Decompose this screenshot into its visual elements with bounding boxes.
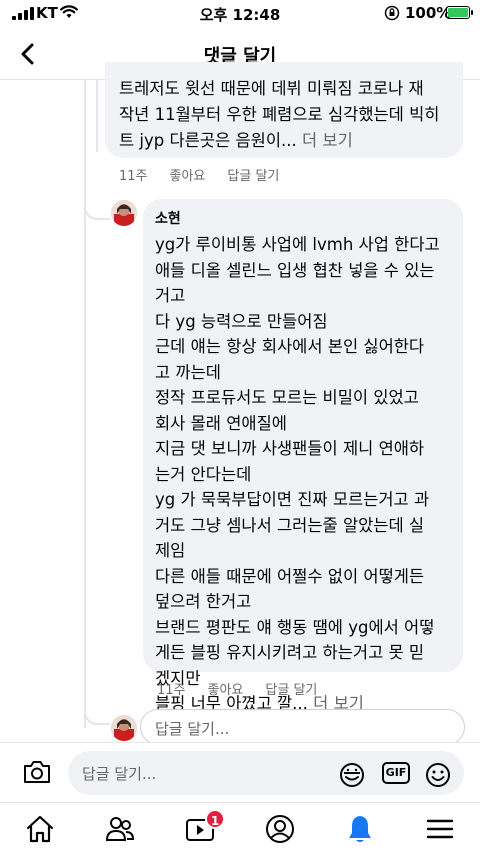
- comment-text-line: 다른 애들 때문에 어쩔수 없이 어떻게든: [155, 566, 425, 586]
- comment-text-line: 게든 블핑 유지시키려고 하는거고 못 믿: [155, 643, 425, 662]
- comment-age: 11주: [119, 169, 148, 184]
- friends-icon[interactable]: [104, 813, 136, 845]
- comment-text-line: 거도 그냥 셈나서 그러는줄 알았는데 실: [155, 515, 425, 535]
- gif-label: GIF: [385, 766, 407, 779]
- comment-bubble[interactable]: 트레저도 윗선 때문에 데뷔 미뤄짐 코로나 재 작년 11월부터 우한 폐렴으…: [105, 62, 463, 158]
- comment-text-line: 브랜드 평판도 얘 행동 땜에 yg에서 어떻: [155, 617, 435, 637]
- comment-text-line: 지금 댓 보니까 사생팬들이 제니 연애하: [155, 439, 425, 458]
- see-more-link[interactable]: 더 보기: [302, 131, 353, 150]
- avatar[interactable]: [111, 200, 137, 226]
- comment-text-line: 정작 프로듀서도 모르는 비밀이 있었고: [155, 388, 419, 407]
- comment-text-line: 는거 안다는데: [155, 464, 252, 484]
- comment-text-line: 회사 몰래 연애질에: [155, 413, 287, 433]
- reply-button[interactable]: 답글 달기: [227, 165, 279, 184]
- status-bar: KT 오후 12:48 100%: [0, 0, 480, 28]
- thread-connector: [84, 195, 110, 220]
- like-button[interactable]: 좋아요: [170, 165, 206, 184]
- comment-text-line: yg가 루이비통 사업에 lvmh 사업 한다고: [155, 235, 440, 254]
- thread-line: [96, 80, 98, 152]
- emoji-icon[interactable]: [424, 761, 452, 789]
- comment-input[interactable]: 답글 달기... GIF: [68, 751, 464, 795]
- comment-text-line: 고 까는데: [155, 362, 221, 382]
- comment-text-line: 제임: [155, 541, 186, 560]
- profile-icon[interactable]: [264, 813, 296, 845]
- comment-bubble[interactable]: 소현 yg가 루이비통 사업에 lvmh 사업 한다고 애들 디올 셀린느 입생…: [143, 199, 463, 713]
- comment-composer: 답글 달기... GIF: [0, 742, 480, 802]
- comment-actions: 11주 좋아요 답글 달기: [119, 165, 279, 184]
- user-avatar[interactable]: [111, 715, 137, 741]
- comment-actions: 11주 좋아요 답글 달기: [157, 679, 317, 698]
- comment-text-line: 트레저도 윗선 때문에 데뷔 미뤄짐 코로나 재: [119, 79, 424, 98]
- tab-bar: 1: [0, 802, 480, 853]
- home-icon[interactable]: [24, 813, 56, 845]
- comment-text-line: yg 가 묵묵부답이면 진짜 모르는거고 과: [155, 490, 430, 509]
- comment-author[interactable]: 소현: [155, 208, 451, 228]
- thread-connector: [84, 700, 110, 725]
- notifications-icon[interactable]: [344, 813, 376, 845]
- notification-badge: 1: [205, 809, 225, 829]
- comment-text-line: 작년 11월부터 우한 폐렴으로 심각했는데 빅히: [119, 105, 440, 124]
- menu-icon[interactable]: [424, 813, 456, 845]
- orientation-lock-icon: [384, 5, 400, 21]
- like-button[interactable]: 좋아요: [208, 679, 244, 698]
- comment-text-line: 덮으려 한거고: [155, 592, 252, 611]
- camera-icon[interactable]: [22, 758, 52, 786]
- reply-input[interactable]: 답글 달기...: [140, 709, 465, 745]
- reply-button[interactable]: 답글 달기: [265, 679, 317, 698]
- battery-icon: [446, 6, 473, 19]
- comment-input-placeholder: 답글 달기...: [82, 765, 157, 783]
- comment-text-line: 애들 디올 셀린느 입생 협찬 넣을 수 있는: [155, 260, 435, 280]
- comment-text-line: 근데 얘는 항상 회사에서 본인 싫어한다: [155, 337, 425, 356]
- comment-text-line: 다 yg 능력으로 만들어짐: [155, 311, 328, 331]
- comment-age: 11주: [157, 683, 186, 698]
- gif-button[interactable]: GIF: [382, 762, 410, 784]
- battery-percent: 100%: [405, 4, 452, 22]
- comment-text-line: 거고: [155, 286, 186, 305]
- comment-text-line: 트 jyp 다른곳은 음원이...: [119, 131, 297, 150]
- sticker-icon[interactable]: [338, 761, 366, 789]
- thread-line: [84, 80, 86, 728]
